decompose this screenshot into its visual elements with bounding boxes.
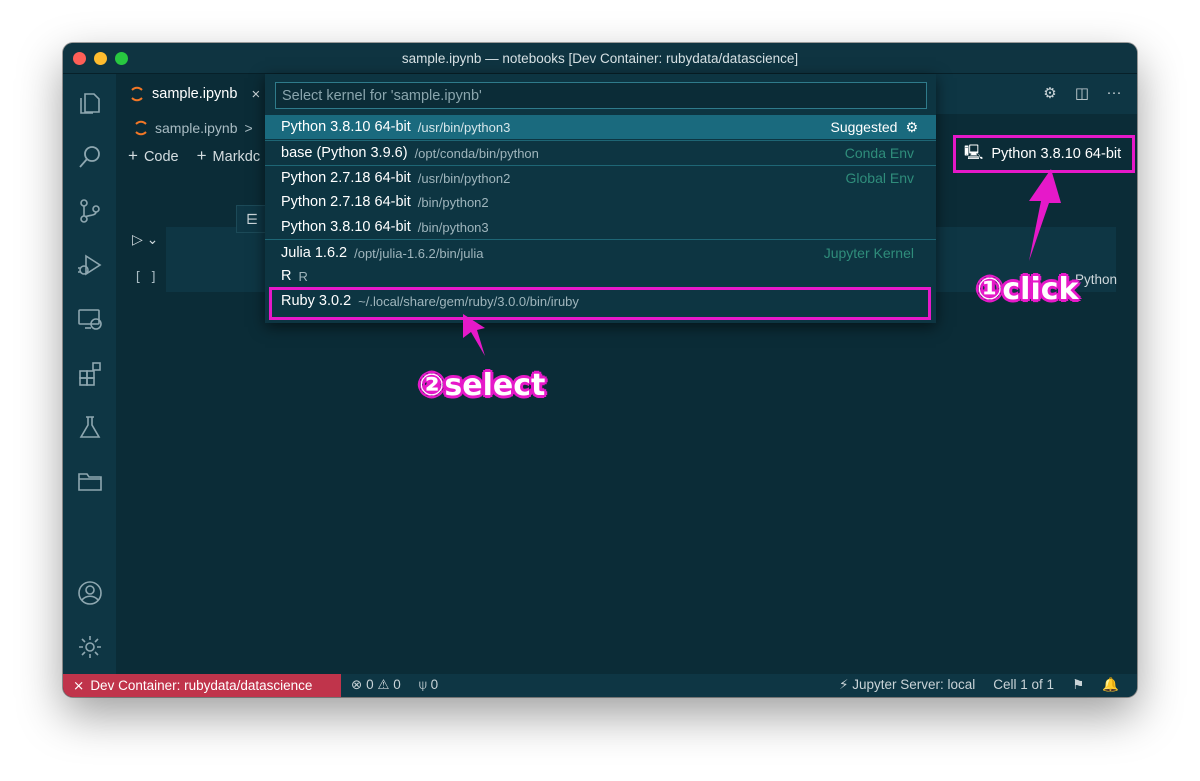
minimize-window-button[interactable] xyxy=(94,52,107,65)
remote-icon: ⨯ xyxy=(73,677,85,693)
breadcrumb: sample.ipynb > xyxy=(134,120,253,136)
warning-icon: ⚠ xyxy=(377,677,390,692)
bell-icon[interactable]: 🔔 xyxy=(1102,677,1119,693)
explorer-icon[interactable] xyxy=(76,89,104,117)
account-icon[interactable] xyxy=(76,579,104,607)
more-actions-icon[interactable]: ··· xyxy=(1105,84,1123,102)
feedback-icon[interactable]: ⚑ xyxy=(1072,677,1084,693)
run-debug-icon[interactable] xyxy=(76,251,104,279)
zoom-window-button[interactable] xyxy=(115,52,128,65)
kernel-option[interactable]: base (Python 3.9.6)/opt/conda/bin/python… xyxy=(265,141,936,165)
run-cell-button[interactable]: ▷ ⌄ xyxy=(132,231,158,248)
activity-bar xyxy=(63,74,116,674)
kernel-option[interactable]: Julia 1.6.2/opt/julia-1.6.2/bin/julia Ju… xyxy=(265,241,936,265)
remote-indicator[interactable]: ⨯ Dev Container: rubydata/datascience xyxy=(63,674,341,697)
remote-label: Dev Container: rubydata/datascience xyxy=(90,678,313,693)
notebook-toolbar: + Code + Markdc xyxy=(128,146,260,166)
gear-icon: ⚙ xyxy=(905,118,918,135)
breadcrumb-separator: > xyxy=(244,120,253,136)
status-right: ⚡ Jupyter Server: local Cell 1 of 1 ⚑ 🔔 xyxy=(839,677,1119,693)
add-markdown-cell-button[interactable]: + Markdc xyxy=(197,146,260,166)
kernel-search-input[interactable]: Select kernel for 'sample.ipynb' xyxy=(275,82,927,109)
problems-indicator[interactable]: ⊗ 0 ⚠ 0 xyxy=(351,677,401,693)
remote-explorer-icon[interactable] xyxy=(76,305,104,333)
click-arrow xyxy=(1029,169,1061,261)
window-title: sample.ipynb — notebooks [Dev Container:… xyxy=(401,50,799,66)
kernel-label: Python 3.8.10 64-bit xyxy=(991,146,1122,162)
error-icon: ⊗ xyxy=(351,677,363,692)
split-editor-icon[interactable]: ◫ xyxy=(1073,84,1091,102)
kernel-option[interactable]: Python 2.7.18 64-bit/bin/python2 xyxy=(265,190,936,214)
click-annotation: ①click xyxy=(977,272,1079,307)
execution-count: [ ] xyxy=(134,270,158,285)
kernel-option[interactable]: Python 2.7.18 64-bit/usr/bin/python2 Glo… xyxy=(265,166,936,190)
status-left: ⊗ 0 ⚠ 0 ⍦ 0 xyxy=(351,677,438,693)
broadcast-icon: ⍦ xyxy=(418,677,427,692)
source-control-icon[interactable] xyxy=(76,197,104,225)
kernel-option[interactable]: Python 3.8.10 64-bit/bin/python3 xyxy=(265,215,936,239)
cell-position[interactable]: Cell 1 of 1 xyxy=(993,677,1054,693)
tab-label: sample.ipynb xyxy=(152,86,238,102)
select-arrow xyxy=(463,314,485,356)
kernel-option[interactable]: RR xyxy=(265,264,936,288)
jupyter-server-status[interactable]: ⚡ Jupyter Server: local xyxy=(839,677,975,693)
search-icon[interactable] xyxy=(76,143,104,171)
add-code-cell-button[interactable]: + Code xyxy=(128,146,179,166)
jupyter-icon xyxy=(131,86,143,102)
extensions-icon[interactable] xyxy=(76,359,104,387)
folder-icon[interactable] xyxy=(76,467,104,495)
testing-icon[interactable] xyxy=(76,413,104,441)
title-bar: sample.ipynb — notebooks [Dev Container:… xyxy=(63,43,1137,74)
ruby-highlight-box xyxy=(269,287,931,320)
settings-gear-icon[interactable] xyxy=(76,633,104,661)
gear-icon[interactable]: ⚙ xyxy=(1041,84,1059,102)
tab-sample-ipynb[interactable]: sample.ipynb × xyxy=(116,74,268,114)
kernel-icon: 🖳 xyxy=(964,144,984,161)
breadcrumb-file[interactable]: sample.ipynb xyxy=(155,120,238,136)
close-tab-icon[interactable]: × xyxy=(251,86,260,103)
cell-language[interactable]: Python xyxy=(1075,272,1117,287)
select-annotation: ②select xyxy=(419,368,546,403)
ports-indicator[interactable]: ⍦ 0 xyxy=(419,677,438,693)
window-controls xyxy=(73,52,128,65)
kernel-option[interactable]: Python 3.8.10 64-bit/usr/bin/python3 Sug… xyxy=(265,115,936,139)
editor-actions: ⚙ ◫ ··· xyxy=(1041,84,1123,102)
kernel-quick-pick: Select kernel for 'sample.ipynb' Python … xyxy=(265,74,936,323)
status-bar: ⨯ Dev Container: rubydata/datascience ⊗ … xyxy=(63,674,1137,697)
run-by-line-icon[interactable]: ⋿ xyxy=(246,211,258,228)
jupyter-icon xyxy=(135,120,147,136)
close-window-button[interactable] xyxy=(73,52,86,65)
plug-icon: ⚡ xyxy=(838,677,849,692)
